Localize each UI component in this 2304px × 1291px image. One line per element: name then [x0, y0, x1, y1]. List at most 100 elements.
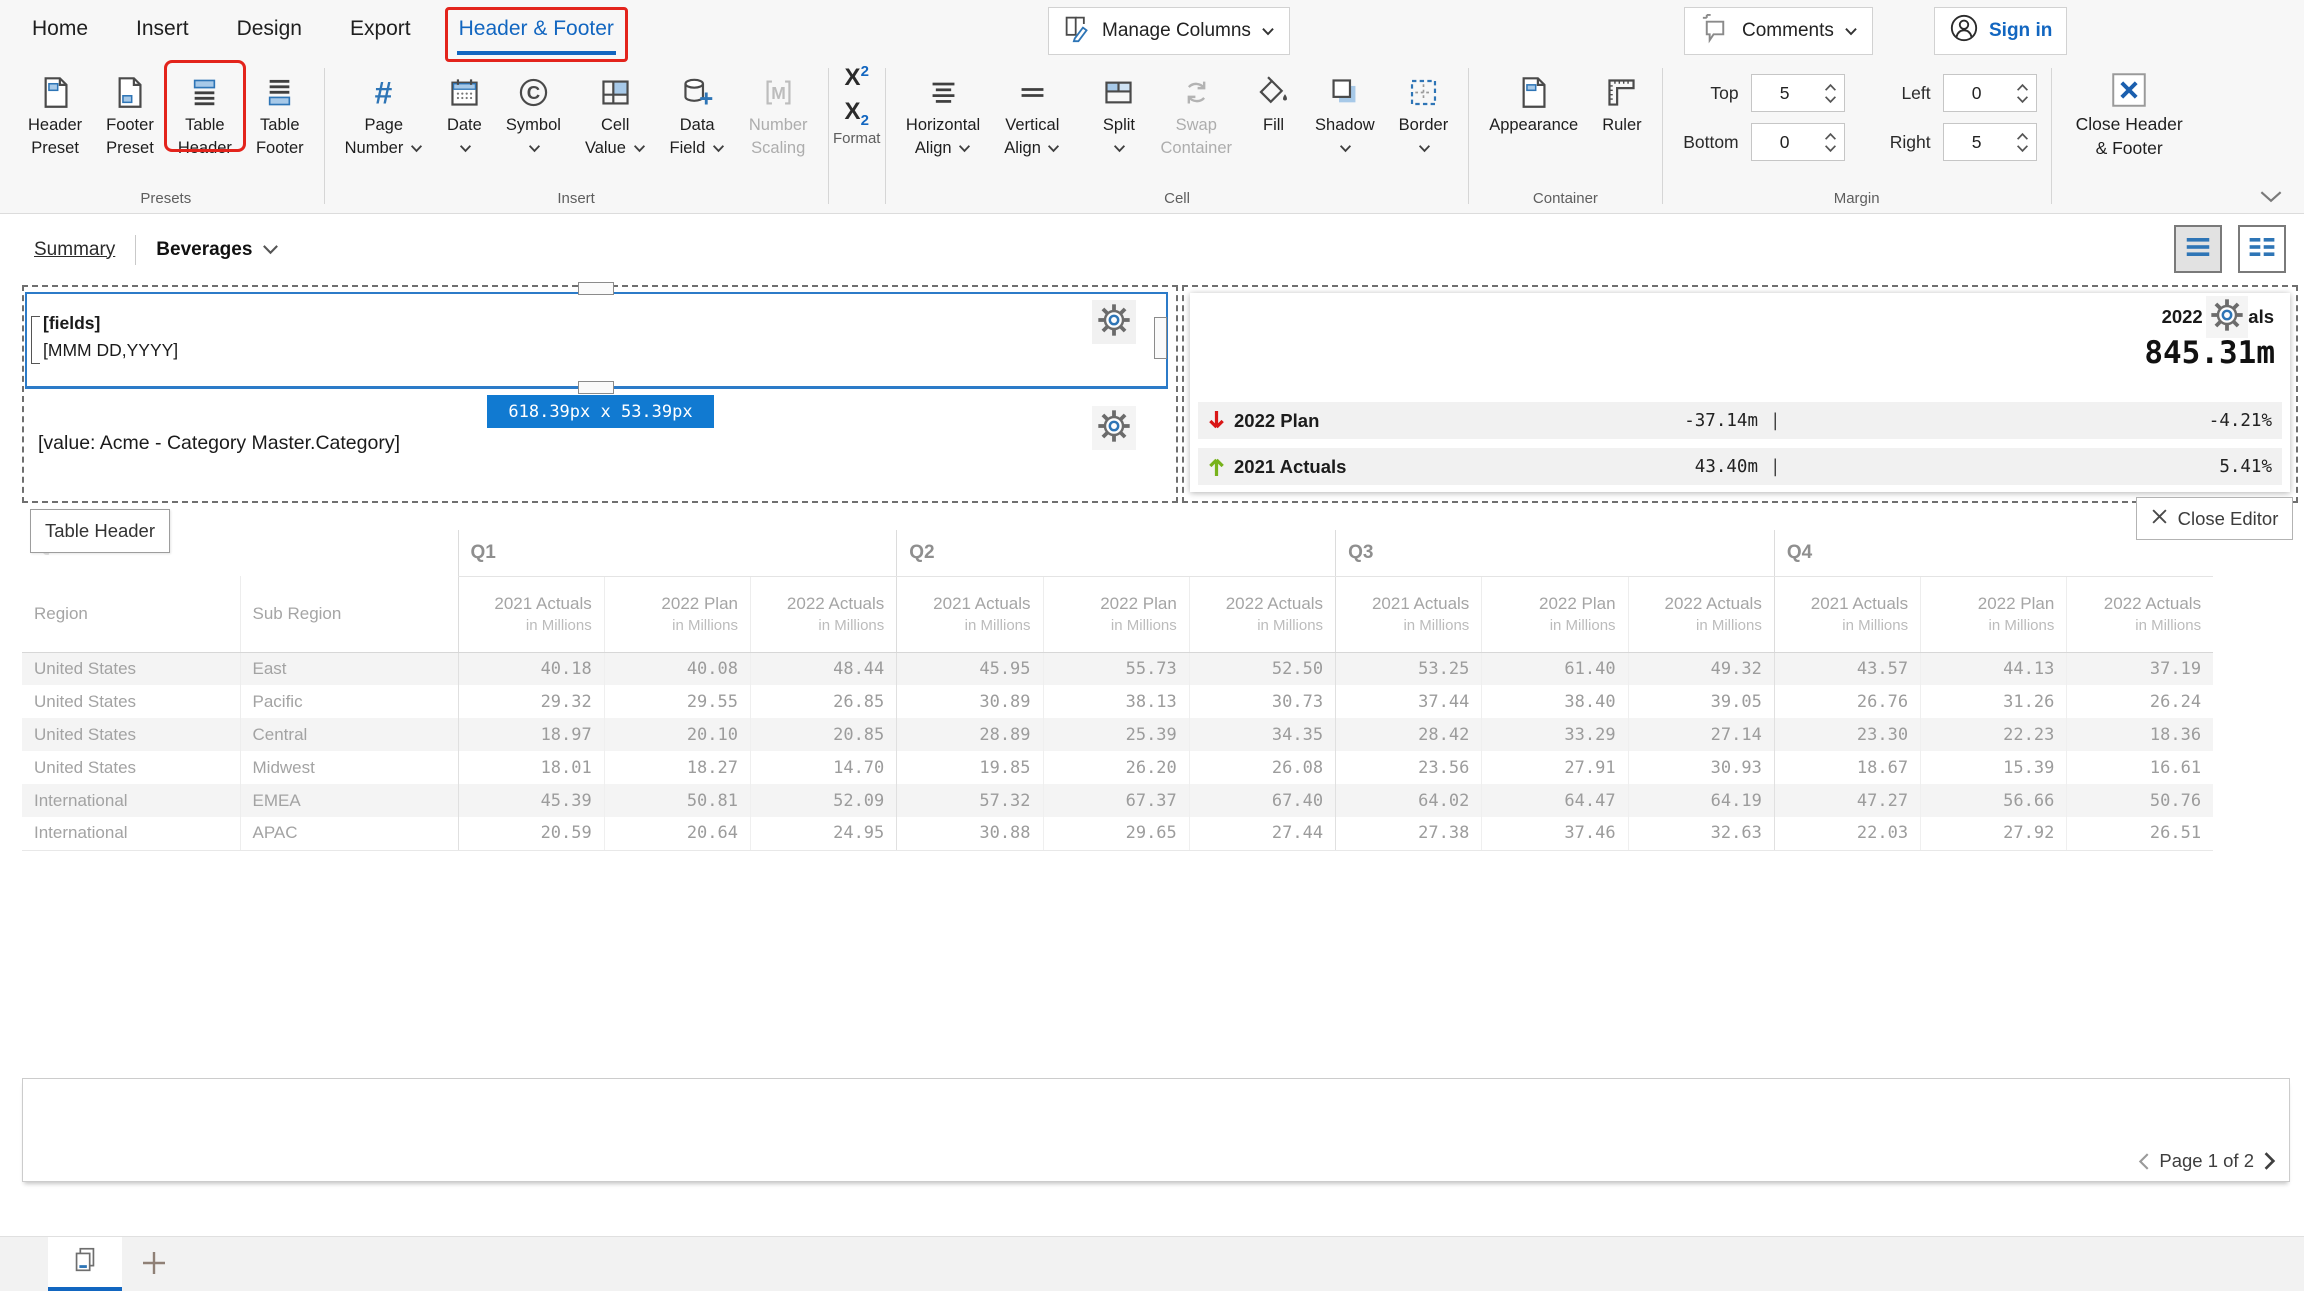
close-editor-button[interactable]: Close Editor [2136, 497, 2293, 540]
sheet-tab-beverages-label: Beverages [156, 239, 252, 261]
active-tab-underline [457, 51, 616, 55]
fill-button[interactable]: Fill [1244, 62, 1303, 137]
subscript-button[interactable]: X2 [845, 99, 869, 129]
margin-bottom-input[interactable]: 0 [1751, 123, 1845, 161]
margin-top-input[interactable]: 5 [1751, 74, 1845, 112]
value-cell: 37.44 [1336, 685, 1482, 718]
horizontal-align-button[interactable]: HorizontalAlign [894, 62, 992, 160]
ribbon-tab-header-footer[interactable]: Header & Footer [459, 17, 614, 41]
collapse-ribbon-icon[interactable] [2258, 189, 2284, 209]
header-fields-cell[interactable]: [fields] [MMM DD,YYYY] [25, 292, 1168, 389]
margin-left-input[interactable]: 0 [1943, 74, 2037, 112]
resize-handle-bottom[interactable] [578, 381, 614, 394]
report-page-tab[interactable] [48, 1237, 122, 1287]
measure-name: 2022 Plan [1045, 594, 1177, 614]
margin-left-spinner[interactable] [2010, 83, 2036, 104]
date-button[interactable]: Date [435, 62, 494, 160]
sign-in-button[interactable]: Sign in [1934, 7, 2067, 55]
measure-name: 2022 Actuals [1630, 594, 1762, 614]
sheet-tab-beverages[interactable]: Beverages [156, 239, 279, 261]
text-selection-bracket [31, 316, 40, 364]
arrow-up-icon [1198, 455, 1234, 478]
chevron-down-icon [1844, 20, 1858, 42]
header-preset-label: HeaderPreset [28, 114, 82, 160]
two-column-view-button[interactable] [2238, 225, 2286, 273]
margin-right-input[interactable]: 5 [1943, 123, 2037, 161]
footer-preset-button[interactable]: FooterPreset [94, 62, 166, 160]
header-cell-settings-button[interactable] [1092, 300, 1136, 344]
kpi-row-2021-actuals[interactable]: 2021 Actuals43.40m|5.41% [1198, 448, 2282, 485]
margin-field-top: Top5 [1677, 74, 1845, 112]
table-row[interactable]: United StatesEast40.1840.0848.4445.9555.… [22, 652, 2213, 685]
value-cell: 55.73 [1043, 652, 1189, 685]
measure-unit: in Millions [1922, 617, 2054, 634]
ruler-button[interactable]: Ruler [1590, 62, 1653, 137]
table-row[interactable]: United StatesMidwest18.0118.2714.7019.85… [22, 751, 2213, 784]
group-divider [2051, 68, 2052, 204]
value-cell: 18.36 [2067, 718, 2213, 751]
measure-unit: in Millions [752, 617, 884, 634]
plus-icon [138, 1266, 170, 1283]
ribbon-tab-export[interactable]: Export [350, 17, 411, 41]
kpi-row-percent: 5.41% [2219, 457, 2272, 477]
table-row[interactable]: InternationalEMEA45.3950.8152.0957.3267.… [22, 784, 2213, 817]
table-header-badge[interactable]: Table Header [30, 509, 170, 553]
value-cell: 28.89 [897, 718, 1043, 751]
close-header-footer-button[interactable]: Close Header& Footer [2054, 58, 2205, 214]
ruler-icon [1604, 70, 1639, 114]
table-row[interactable]: United StatesCentral18.9720.1020.8528.89… [22, 718, 2213, 751]
next-page-icon[interactable] [2263, 1151, 2277, 1171]
symbol-button[interactable]: CSymbol [494, 62, 573, 160]
table-row[interactable]: United StatesPacific29.3229.5526.8530.89… [22, 685, 2213, 718]
shadow-button[interactable]: Shadow [1303, 62, 1387, 160]
margin-right-label: Right [1869, 132, 1931, 153]
manage-columns-button[interactable]: Manage Columns [1048, 7, 1290, 55]
resize-handle-right[interactable] [1154, 317, 1167, 359]
measure-name: 2022 Plan [1483, 594, 1615, 614]
ribbon-tab-insert[interactable]: Insert [136, 17, 189, 41]
cell-value-button[interactable]: CellValue [573, 62, 658, 160]
kpi-card[interactable]: 2022 Actuals 845.31m 2022 Plan-37.14m|-4… [1190, 293, 2290, 492]
border-button[interactable]: Border [1387, 62, 1461, 160]
region-cell: International [22, 817, 240, 850]
page-number-button[interactable]: #PageNumber [333, 62, 435, 160]
appearance-button[interactable]: Appearance [1477, 62, 1590, 137]
superscript-button[interactable]: X2 [845, 64, 869, 91]
page-indicator: Page 1 of 2 [2159, 1150, 2254, 1172]
vertical-align-button[interactable]: VerticalAlign [992, 62, 1072, 160]
sub-region-column-header: Sub Region [240, 576, 458, 652]
header-preset-button[interactable]: HeaderPreset [16, 62, 94, 160]
comments-button[interactable]: Comments [1684, 7, 1873, 55]
chevron-down-icon[interactable] [262, 239, 279, 261]
previous-page-icon[interactable] [2137, 1152, 2150, 1171]
gear-icon [2208, 296, 2246, 339]
comments-label: Comments [1742, 20, 1834, 42]
margin-right-spinner[interactable] [2010, 132, 2036, 153]
add-page-button[interactable] [138, 1247, 170, 1284]
ribbon-tab-design[interactable]: Design [237, 17, 302, 41]
kpi-row-2022-plan[interactable]: 2022 Plan-37.14m|-4.21% [1198, 402, 2282, 439]
date-format-token[interactable]: [MMM DD,YYYY] [43, 337, 1166, 364]
data-field-button[interactable]: DataField [658, 62, 737, 160]
kpi-settings-button[interactable] [2206, 296, 2248, 338]
margin-top-spinner[interactable] [1818, 83, 1844, 104]
resize-handle-top[interactable] [578, 282, 614, 295]
value-cell-settings-button[interactable] [1092, 406, 1136, 450]
value-binding-token[interactable]: [value: Acme - Category Master.Category] [38, 432, 400, 455]
value-cell: 18.67 [1774, 751, 1920, 784]
fill-icon [1256, 70, 1291, 114]
split-button[interactable]: Split [1089, 62, 1148, 160]
table-header-button[interactable]: TableHeader [166, 62, 244, 160]
cell-value-label: CellValue [585, 114, 646, 160]
sheet-tab-summary[interactable]: Summary [34, 239, 115, 261]
single-column-view-button[interactable] [2174, 225, 2222, 273]
bottom-bar [0, 1236, 2304, 1291]
region-cell: United States [22, 718, 240, 751]
table-row[interactable]: InternationalAPAC20.5920.6424.9530.8829.… [22, 817, 2213, 850]
report-footer-box[interactable]: Page 1 of 2 [22, 1078, 2290, 1182]
fields-token[interactable]: [fields] [43, 310, 1166, 337]
ribbon-tab-home[interactable]: Home [32, 17, 88, 41]
table-footer-button[interactable]: TableFooter [244, 62, 316, 160]
region-cell: United States [22, 751, 240, 784]
margin-bottom-spinner[interactable] [1818, 132, 1844, 153]
